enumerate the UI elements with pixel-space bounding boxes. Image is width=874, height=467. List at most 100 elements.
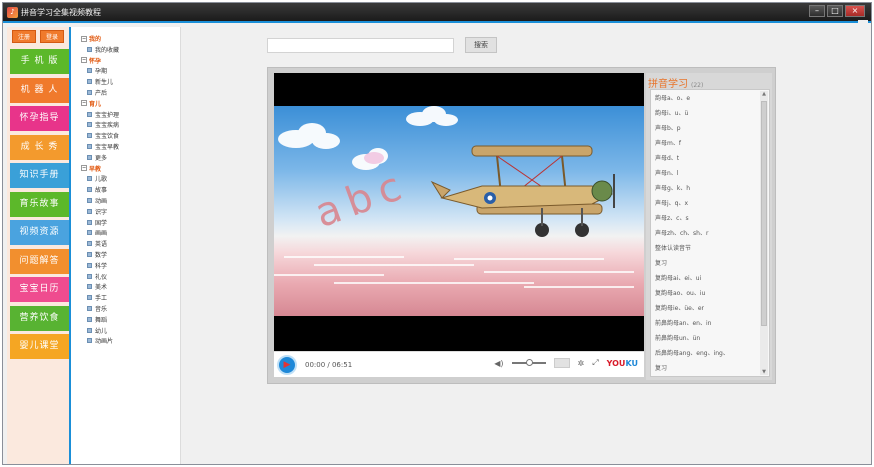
playlist-item[interactable]: 复韵母ao、ou、iu xyxy=(655,287,705,301)
tree-item[interactable]: 产后 xyxy=(87,88,107,97)
nav-button-10[interactable]: 婴儿课堂 xyxy=(10,334,70,359)
playlist-item[interactable]: 声母d、t xyxy=(655,152,679,166)
tree-category[interactable]: − 育儿 xyxy=(81,99,101,108)
tree-label: 手工 xyxy=(95,295,108,303)
tree-item[interactable]: 宝宝饮食 xyxy=(87,131,119,140)
volume-icon[interactable]: ◀) xyxy=(494,359,503,368)
folder-icon xyxy=(87,154,92,160)
nav-button-4[interactable]: 知识手册 xyxy=(10,163,70,188)
nav-button-2[interactable]: 怀孕指导 xyxy=(10,106,70,131)
playlist-item[interactable]: 声母j、q、x xyxy=(655,197,688,211)
tree-item[interactable]: 儿歌 xyxy=(87,174,107,183)
tree-item[interactable]: 国学 xyxy=(87,218,107,227)
playlist-item[interactable]: 声母zh、ch、sh、r xyxy=(655,227,708,241)
playlist-scrollbar[interactable]: ▲ ▼ xyxy=(760,91,768,375)
scroll-up-icon[interactable]: ▲ xyxy=(760,91,768,97)
page-scrollbar[interactable] xyxy=(858,20,868,460)
playlist-item[interactable]: 后鼻韵母ang、eng、ing、 xyxy=(655,347,729,361)
nav-button-1[interactable]: 机 器 人 xyxy=(10,77,70,103)
nav-button-7[interactable]: 问题解答 xyxy=(10,248,70,274)
tree-item[interactable]: 我的收藏 xyxy=(87,45,119,54)
tree-category[interactable]: − 我的 xyxy=(81,34,101,43)
tree-category[interactable]: − 早教 xyxy=(81,164,101,173)
tree-item[interactable]: 美术 xyxy=(87,282,107,291)
nav-button-6[interactable]: 视频资源 xyxy=(10,220,70,245)
tree-item[interactable]: 音乐 xyxy=(87,304,107,313)
volume-slider[interactable] xyxy=(511,359,546,366)
quality-button[interactable] xyxy=(553,358,570,368)
tree-item[interactable]: 礼仪 xyxy=(87,272,107,281)
playlist-item[interactable]: 前鼻韵母an、en、in xyxy=(655,317,711,331)
tree-item[interactable]: 科学 xyxy=(87,261,107,270)
nav-button-5[interactable]: 育乐故事 xyxy=(10,191,70,217)
tree-item[interactable]: 英语 xyxy=(87,239,107,248)
tree-item[interactable]: 更多 xyxy=(87,153,107,162)
title-accent-line xyxy=(3,21,871,23)
tree-label: 儿歌 xyxy=(95,176,108,184)
tree-item[interactable]: 幼儿 xyxy=(87,326,107,335)
tree-item[interactable]: 新生儿 xyxy=(87,77,113,86)
playlist-title: 拼音学习 (22) xyxy=(648,75,703,90)
register-button[interactable]: 注册 xyxy=(12,30,36,43)
search-button[interactable]: 搜索 xyxy=(465,37,497,53)
nav-button-3[interactable]: 成 长 秀 xyxy=(10,134,70,160)
tree-item[interactable]: 手工 xyxy=(87,293,107,302)
folder-icon xyxy=(87,338,92,344)
tree-item[interactable]: 数学 xyxy=(87,250,107,259)
play-button[interactable]: ▶ xyxy=(277,354,297,375)
tree-label: 动画片 xyxy=(95,338,114,346)
folder-icon xyxy=(87,306,92,311)
nav-button-9[interactable]: 营养饮食 xyxy=(10,305,70,331)
tree-item[interactable]: 宝宝早教 xyxy=(87,142,119,151)
tree-label: 早教 xyxy=(89,165,102,173)
playlist-item[interactable]: 前鼻韵母un、ün xyxy=(655,332,700,346)
playlist-item[interactable]: 复韵母ie、üe、er xyxy=(655,302,704,316)
tree-item[interactable]: 宝宝护理 xyxy=(87,110,119,119)
play-icon: ▶ xyxy=(283,359,291,370)
fullscreen-icon[interactable]: ⤢ xyxy=(592,358,598,368)
tree-item[interactable]: 宝宝疾病 xyxy=(87,120,119,129)
folder-icon xyxy=(87,90,92,95)
settings-icon[interactable]: ✲ xyxy=(578,359,585,368)
tree-item[interactable]: 动画 xyxy=(87,196,107,205)
tree-label: 英语 xyxy=(95,241,108,249)
tree-item[interactable]: 动画片 xyxy=(87,336,113,345)
tree-item[interactable]: 识字 xyxy=(87,207,107,216)
playlist-item[interactable]: 复习 xyxy=(655,362,667,376)
scroll-down-icon[interactable]: ▼ xyxy=(760,369,768,375)
tree-label: 育儿 xyxy=(89,100,102,108)
tree-label: 识字 xyxy=(95,208,108,216)
close-button[interactable]: × xyxy=(845,5,865,17)
playlist-scroll-thumb[interactable] xyxy=(761,101,767,326)
nav-button-8[interactable]: 宝宝日历 xyxy=(10,277,70,302)
collapse-icon: − xyxy=(81,57,87,64)
tree-item[interactable]: 舞蹈 xyxy=(87,315,107,324)
tree-label: 国学 xyxy=(95,219,108,227)
playlist-item[interactable]: 声母z、c、s xyxy=(655,212,689,226)
tree-item[interactable]: 故事 xyxy=(87,185,107,194)
login-button[interactable]: 登录 xyxy=(40,30,64,43)
playlist-item[interactable]: 韵母i、u、ü xyxy=(655,107,688,121)
search-input[interactable] xyxy=(267,38,454,53)
youku-logo[interactable]: YOUKU xyxy=(607,359,638,368)
playlist-item[interactable]: 韵母a、o、e xyxy=(655,92,690,106)
minimize-button[interactable]: – xyxy=(809,5,825,17)
nav-button-0[interactable]: 手 机 版 xyxy=(10,49,70,74)
tree-category[interactable]: − 怀孕 xyxy=(81,56,101,65)
folder-icon xyxy=(87,79,92,85)
folder-icon xyxy=(87,133,92,139)
tree-item[interactable]: 孕期 xyxy=(87,66,107,75)
playlist-item[interactable]: 声母g、k、h xyxy=(655,182,690,196)
playlist-item[interactable]: 声母b、p xyxy=(655,122,681,136)
maximize-button[interactable]: □ xyxy=(827,5,843,17)
tree-item[interactable]: 画画 xyxy=(87,228,107,237)
playlist-item[interactable]: 复韵母ai、ei、ui xyxy=(655,272,701,286)
playlist-item[interactable]: 复习 xyxy=(655,257,667,271)
playlist-item[interactable]: 整体认读音节 xyxy=(655,242,691,256)
playlist-item[interactable]: 声母m、f xyxy=(655,137,681,151)
video-player[interactable]: abc xyxy=(274,73,644,351)
folder-icon xyxy=(87,187,92,193)
volume-knob[interactable] xyxy=(525,359,533,366)
folder-icon xyxy=(87,46,92,52)
playlist-item[interactable]: 声母n、l xyxy=(655,167,678,181)
